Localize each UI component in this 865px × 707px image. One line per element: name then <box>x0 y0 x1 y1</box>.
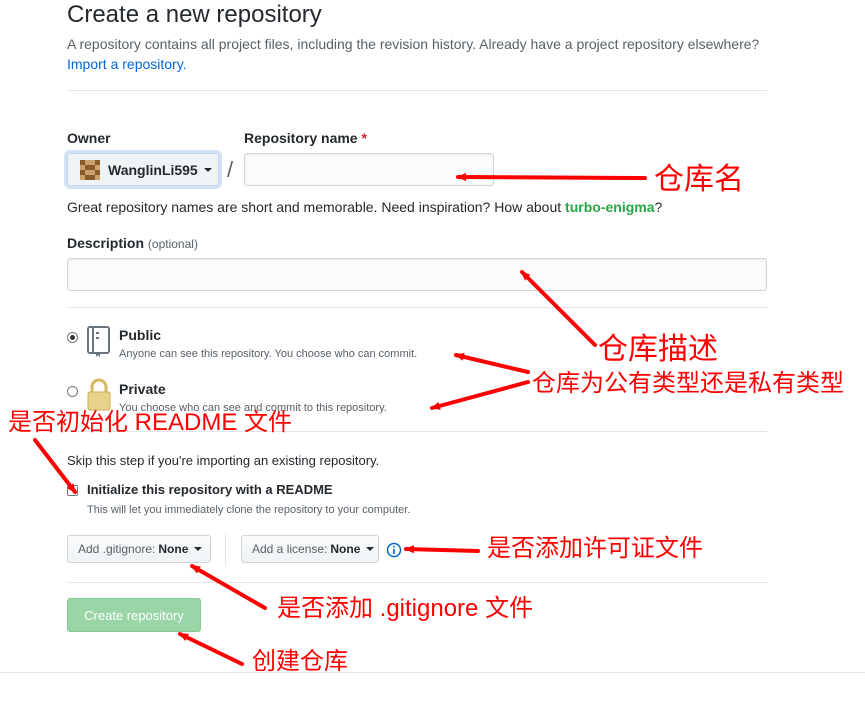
annotation-description: 仓库描述 <box>598 333 718 366</box>
owner-repo-separator: / <box>227 157 234 182</box>
info-icon[interactable] <box>386 542 402 558</box>
arrow-gitignore <box>190 564 267 610</box>
license-select[interactable]: Add a license: None <box>241 535 379 563</box>
import-repository-link[interactable]: Import a repository. <box>67 54 187 74</box>
skip-step-text: Skip this step if you're importing an ex… <box>67 453 380 468</box>
arrow-public <box>454 352 530 374</box>
name-hint-prefix: Great repository names are short and mem… <box>67 199 566 215</box>
arrow-license <box>404 545 480 554</box>
annotation-visibility: 仓库为公有类型还是私有类型 <box>532 370 844 397</box>
readme-desc: This will let you immediately clone the … <box>87 504 411 516</box>
owner-select[interactable]: WanglinLi595 <box>67 153 219 186</box>
owner-label: Owner <box>67 130 111 146</box>
optional-tag: (optional) <box>147 237 198 251</box>
public-title: Public <box>119 327 162 343</box>
chevron-down-icon <box>366 547 375 551</box>
repo-name-label-text: Repository name <box>244 130 358 146</box>
select-divider <box>225 533 226 565</box>
public-radio[interactable] <box>67 332 78 343</box>
owner-name: WanglinLi595 <box>108 161 198 178</box>
annotation-license: 是否添加许可证文件 <box>487 535 703 562</box>
page-subtitle: A repository contains all project files,… <box>67 36 760 52</box>
license-label: Add a license: <box>252 542 328 556</box>
name-suggestion[interactable]: turbo-enigma <box>565 199 654 215</box>
annotation-readme: 是否初始化 README 文件 <box>8 409 293 436</box>
gitignore-select[interactable]: Add .gitignore: None <box>67 535 211 563</box>
private-title: Private <box>119 381 166 397</box>
repository-name-input[interactable] <box>244 153 494 186</box>
annotation-repo-name: 仓库名 <box>654 163 744 196</box>
create-repository-button[interactable]: Create repository <box>67 598 201 632</box>
chevron-down-icon <box>194 547 203 551</box>
chevron-down-icon <box>203 167 212 172</box>
lock-icon <box>87 378 111 411</box>
license-value: None <box>330 542 361 556</box>
divider <box>67 90 767 91</box>
description-input[interactable] <box>67 258 767 291</box>
avatar <box>80 159 100 180</box>
footer-divider <box>0 672 865 673</box>
name-hint-suffix: ? <box>654 199 663 215</box>
public-desc: Anyone can see this repository. You choo… <box>119 348 418 360</box>
name-hint: Great repository names are short and mem… <box>67 197 662 217</box>
repo-name-label: Repository name * <box>244 128 367 148</box>
private-radio[interactable] <box>67 386 78 397</box>
gitignore-value: None <box>158 542 189 556</box>
divider <box>67 307 767 308</box>
gitignore-label: Add .gitignore: <box>78 542 156 556</box>
repo-book-icon <box>87 326 110 357</box>
readme-label[interactable]: Initialize this repository with a README <box>87 481 333 499</box>
divider <box>67 582 767 583</box>
annotation-gitignore: 是否添加 .gitignore 文件 <box>277 595 534 622</box>
required-mark: * <box>361 130 367 146</box>
page-title: Create a new repository <box>67 1 322 28</box>
description-label: Description (optional) <box>67 233 198 254</box>
readme-checkbox[interactable] <box>67 485 78 496</box>
arrow-private <box>430 380 530 410</box>
description-label-text: Description <box>67 235 145 251</box>
annotation-create: 创建仓库 <box>252 648 348 675</box>
arrow-create <box>178 632 244 666</box>
